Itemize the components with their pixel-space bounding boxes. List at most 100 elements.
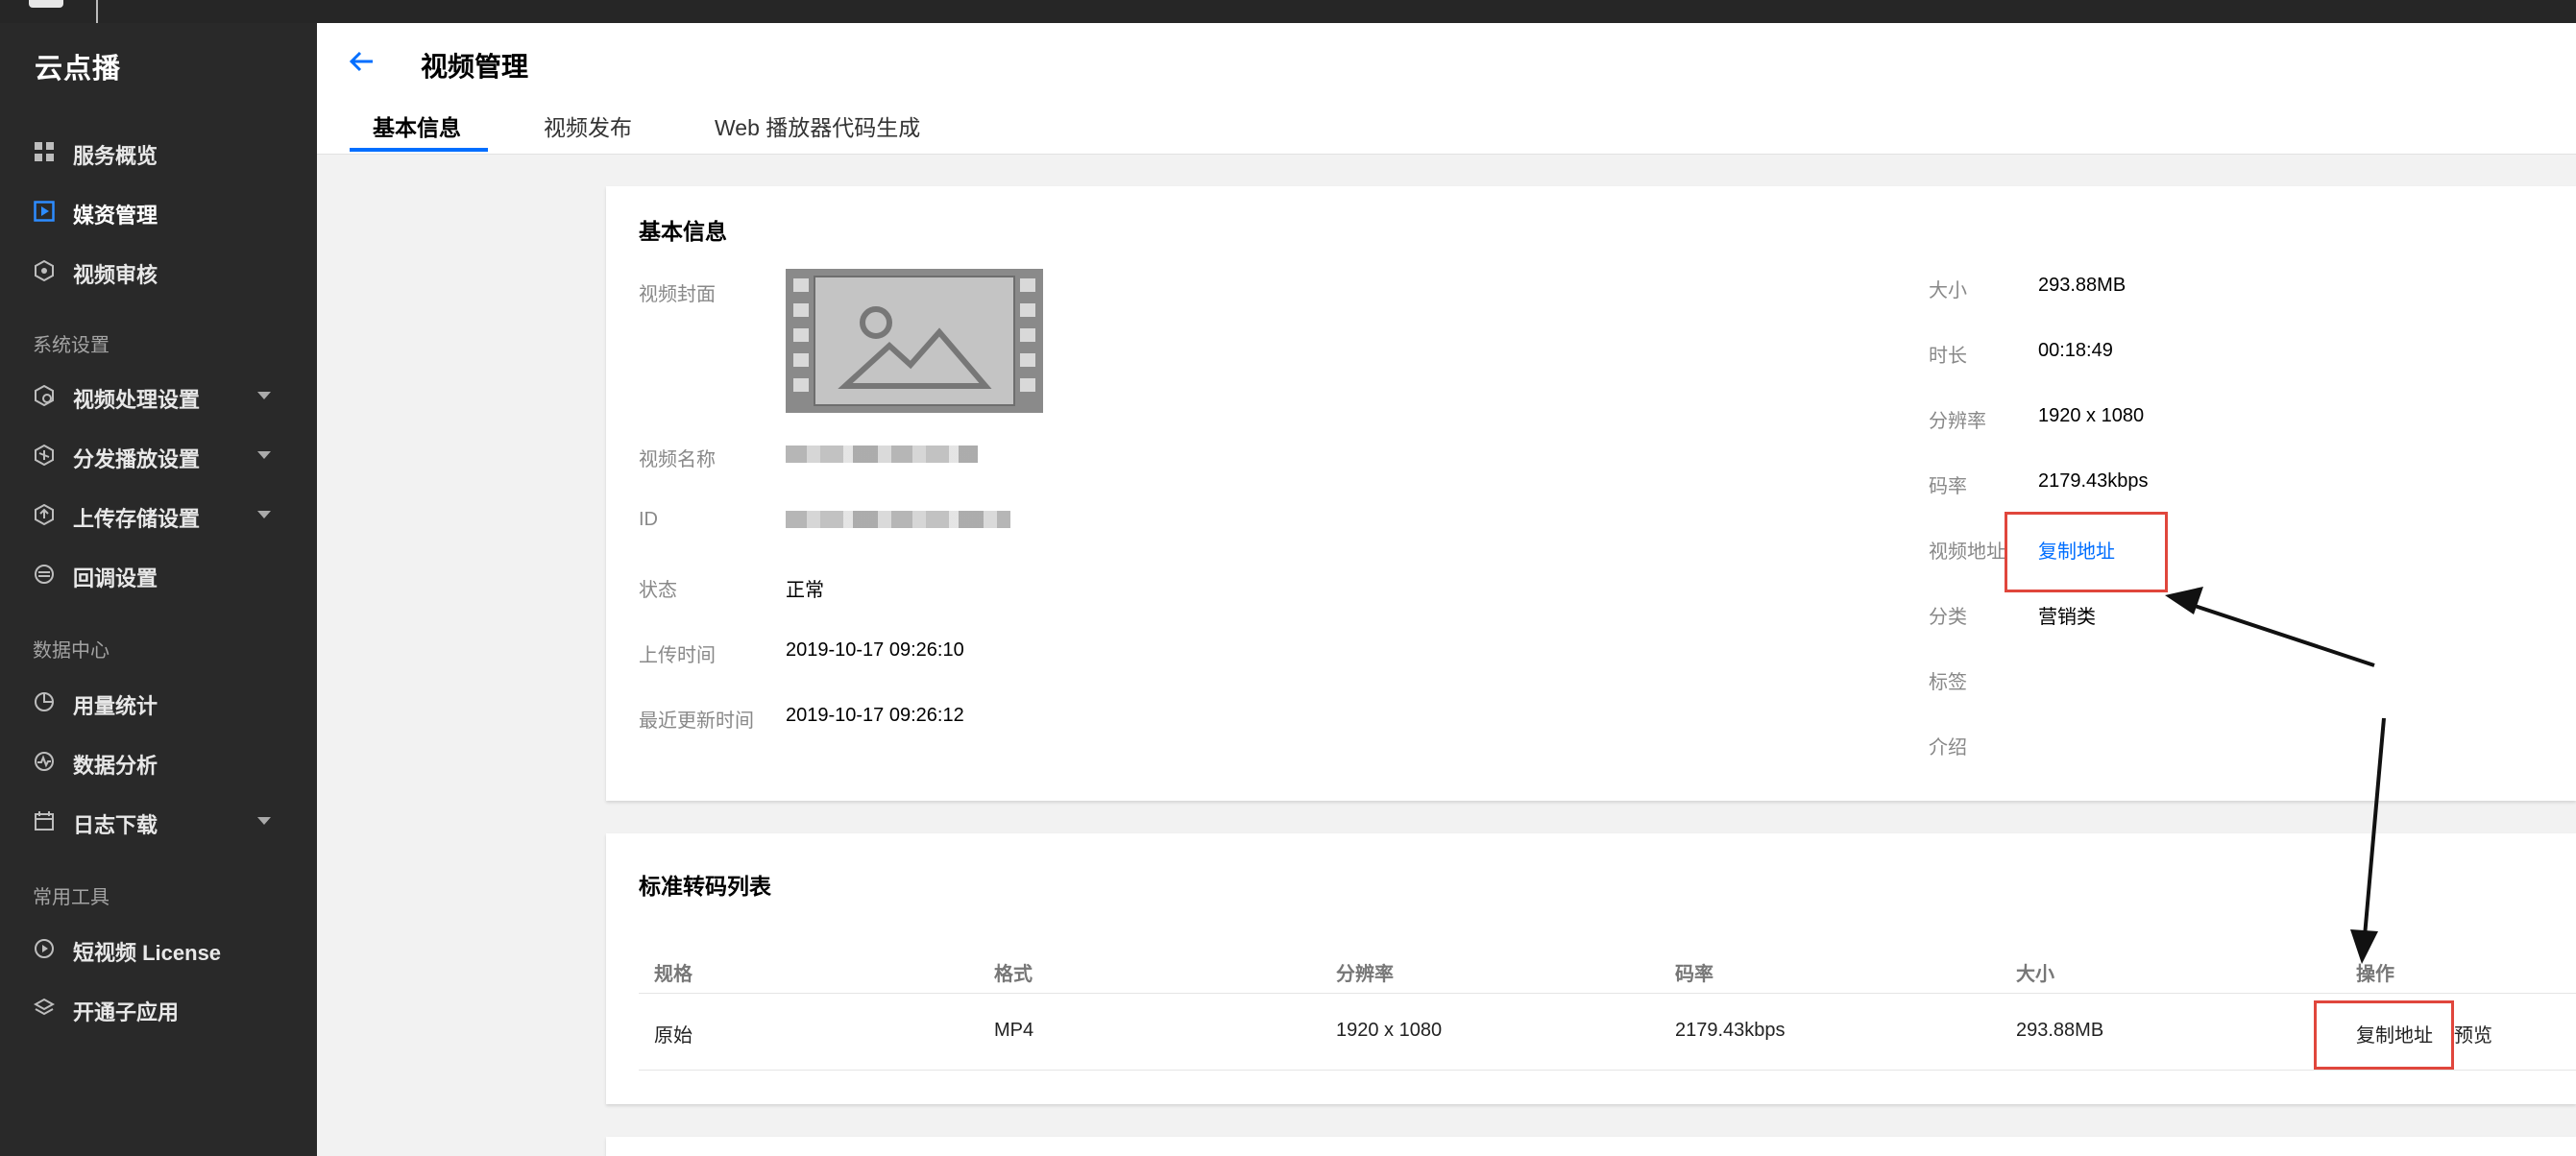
- copy-url-link[interactable]: 复制地址: [2038, 536, 2115, 564]
- updated-time-value: 2019-10-17 09:26:12: [786, 705, 964, 726]
- cell-size: 293.88MB: [2016, 1020, 2104, 1041]
- top-bar-divider: [96, 0, 98, 23]
- column-header: 操作: [2356, 964, 2394, 985]
- sidebar-item-sub-app[interactable]: 开通子应用: [0, 982, 317, 1034]
- sidebar-item-label: 数据分析: [73, 754, 158, 778]
- video-cover-image: [786, 269, 1043, 413]
- category-label: 分类: [1929, 607, 1967, 628]
- analysis-icon: [33, 750, 56, 773]
- sidebar-item-label: 上传存储设置: [73, 507, 201, 531]
- distribute-icon: [33, 444, 56, 467]
- tab-basic-info[interactable]: 基本信息: [373, 109, 461, 142]
- column-header: 格式: [994, 964, 1033, 985]
- top-bar-logo: [29, 0, 63, 8]
- sidebar-item-label: 回调设置: [73, 566, 158, 590]
- bitrate-value: 2179.43kbps: [2038, 470, 2149, 492]
- row-preview-link[interactable]: 预览: [2454, 1020, 2492, 1048]
- short-video-icon: [33, 937, 56, 960]
- tab-video-publish[interactable]: 视频发布: [544, 109, 632, 142]
- group-title-data: 数据中心: [33, 640, 109, 662]
- duration-label: 时长: [1929, 346, 1967, 367]
- sidebar: 云点播 服务概览 媒资管理 视频审核 系统设置 视频处理设置 分发播放设置 上传…: [0, 23, 317, 1156]
- sidebar-item-video-process[interactable]: 视频处理设置: [0, 370, 317, 421]
- sidebar-item-label: 视频处理设置: [73, 388, 201, 412]
- sidebar-item-overview[interactable]: 服务概览: [0, 126, 317, 178]
- sidebar-item-label: 日志下载: [73, 813, 158, 837]
- sidebar-item-review[interactable]: 视频审核: [0, 245, 317, 297]
- table-divider: [639, 993, 2576, 994]
- category-value: 营销类: [2038, 607, 2096, 628]
- sidebar-item-label: 视频审核: [73, 263, 158, 287]
- back-arrow-icon[interactable]: [344, 44, 378, 79]
- grid-icon: [33, 140, 56, 163]
- sidebar-item-short-video-license[interactable]: 短视频 License: [0, 923, 317, 975]
- name-label: 视频名称: [639, 449, 716, 470]
- chevron-down-icon: [257, 511, 271, 518]
- tab-web-player-code[interactable]: Web 播放器代码生成: [715, 109, 920, 142]
- row-copy-url-link[interactable]: 复制地址: [2356, 1020, 2433, 1048]
- sidebar-item-label: 服务概览: [73, 144, 158, 168]
- sidebar-item-distribute[interactable]: 分发播放设置: [0, 429, 317, 481]
- resolution-value: 1920 x 1080: [2038, 405, 2145, 426]
- card-title: 基本信息: [639, 219, 727, 244]
- bitrate-label: 码率: [1929, 476, 1967, 497]
- column-header: 大小: [2016, 964, 2054, 985]
- intro-label: 介绍: [1929, 737, 1967, 759]
- column-header: 规格: [654, 964, 693, 985]
- review-icon: [33, 259, 56, 282]
- layers-icon: [33, 997, 56, 1020]
- updated-time-label: 最近更新时间: [639, 710, 754, 732]
- cell-resolution: 1920 x 1080: [1336, 1020, 1443, 1041]
- sidebar-item-usage[interactable]: 用量统计: [0, 676, 317, 728]
- group-title-system: 系统设置: [33, 335, 109, 356]
- cell-spec: 原始: [654, 1025, 693, 1047]
- next-card: [606, 1137, 2576, 1156]
- column-header: 分辨率: [1336, 964, 1394, 985]
- sidebar-item-media[interactable]: 媒资管理: [0, 185, 317, 237]
- size-label: 大小: [1929, 280, 1967, 301]
- page-title: 视频管理: [421, 52, 529, 82]
- cell-bitrate: 2179.43kbps: [1675, 1020, 1786, 1041]
- status-label: 状态: [639, 580, 677, 601]
- upload-time-label: 上传时间: [639, 645, 716, 666]
- duration-value: 00:18:49: [2038, 340, 2113, 361]
- cover-label: 视频封面: [639, 284, 716, 305]
- video-url-label: 视频地址: [1929, 542, 2005, 563]
- top-bar: [0, 0, 2576, 23]
- sidebar-item-callback[interactable]: 回调设置: [0, 548, 317, 600]
- group-title-tools: 常用工具: [33, 887, 109, 908]
- sidebar-item-analysis[interactable]: 数据分析: [0, 735, 317, 787]
- video-id-value-redacted: [786, 511, 1010, 528]
- card-title: 标准转码列表: [639, 874, 771, 899]
- sidebar-item-logs[interactable]: 日志下载: [0, 795, 317, 847]
- video-process-icon: [33, 384, 56, 407]
- basic-info-card: 基本信息 视频封面 视频名称 ID 状态 正常 上传时间 2019-10-17 …: [606, 186, 2576, 801]
- upload-storage-icon: [33, 503, 56, 526]
- sidebar-item-label: 短视频 License: [73, 941, 222, 965]
- column-header: 码率: [1675, 964, 1713, 985]
- sidebar-item-label: 分发播放设置: [73, 447, 201, 471]
- sidebar-item-label: 媒资管理: [73, 204, 158, 228]
- media-play-icon: [33, 200, 56, 223]
- sidebar-item-upload-storage[interactable]: 上传存储设置: [0, 489, 317, 541]
- resolution-label: 分辨率: [1929, 411, 1986, 432]
- chevron-down-icon: [257, 817, 271, 825]
- pie-chart-icon: [33, 690, 56, 713]
- chevron-down-icon: [257, 451, 271, 459]
- calendar-icon: [33, 809, 56, 832]
- status-value: 正常: [786, 580, 824, 601]
- sidebar-item-label: 开通子应用: [73, 1000, 180, 1024]
- tags-label: 标签: [1929, 672, 1967, 693]
- sidebar-item-label: 用量统计: [73, 694, 158, 718]
- video-name-value-redacted: [786, 446, 978, 463]
- transcode-card: 标准转码列表 规格 格式 分辨率 码率 大小 操作 原始 MP4 1920 x …: [606, 833, 2576, 1104]
- id-label: ID: [639, 509, 658, 530]
- callback-icon: [33, 563, 56, 586]
- size-value: 293.88MB: [2038, 275, 2126, 296]
- upload-time-value: 2019-10-17 09:26:10: [786, 639, 964, 661]
- table-divider: [639, 1070, 2576, 1071]
- active-tab-indicator: [350, 148, 488, 152]
- cell-format: MP4: [994, 1020, 1034, 1041]
- page-header: 视频管理 基本信息 视频发布 Web 播放器代码生成: [317, 23, 2576, 155]
- brand-title: 云点播: [35, 54, 122, 84]
